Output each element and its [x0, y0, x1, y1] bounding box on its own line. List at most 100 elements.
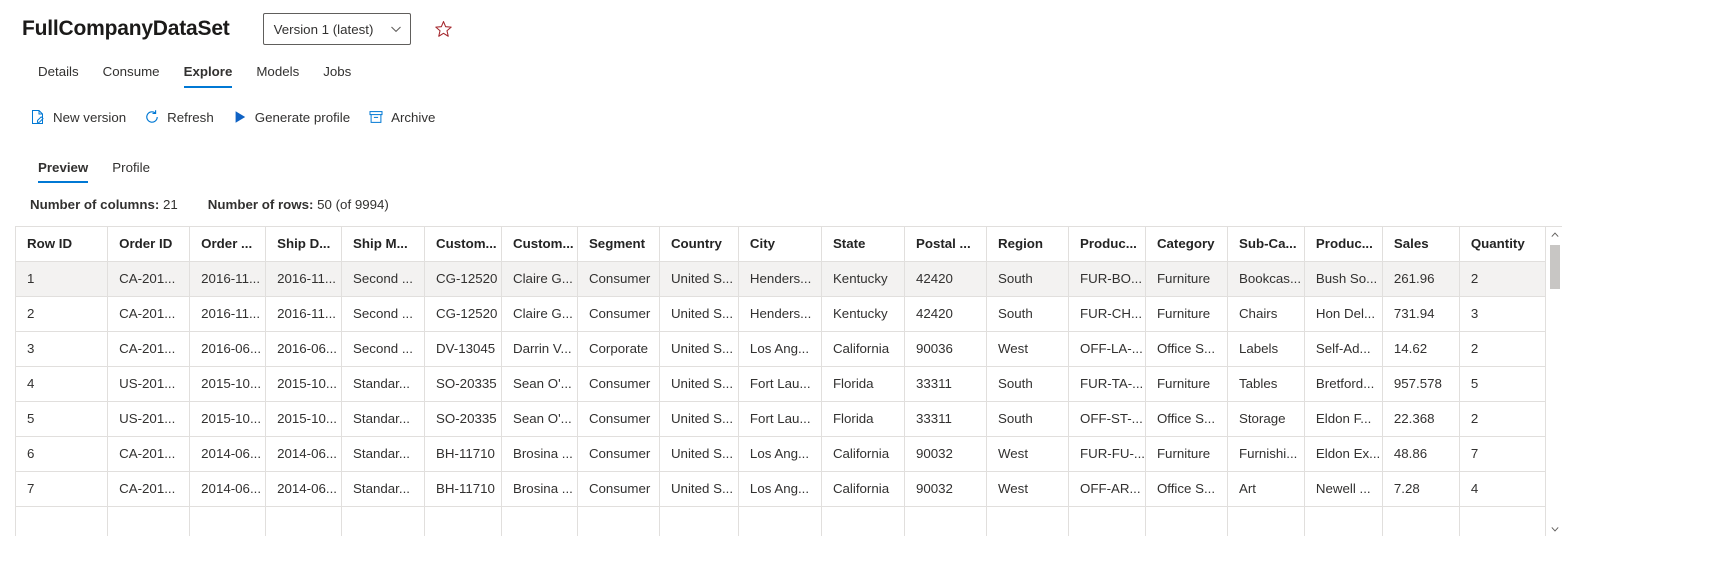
table-cell: Florida: [821, 401, 905, 437]
new-version-button[interactable]: New version: [24, 105, 138, 129]
table-cell: Labels: [1227, 331, 1305, 367]
column-header[interactable]: Sales: [1382, 227, 1460, 262]
column-header[interactable]: State: [821, 227, 905, 262]
table-cell: Furniture: [1145, 436, 1228, 472]
table-row[interactable]: 2 CA-201... 2016-11... 2016-11... Second ...…: [15, 296, 1547, 332]
table-cell: South: [986, 401, 1069, 437]
explore-page: FullCompanyDataSet Version 1 (latest) De…: [0, 0, 1718, 575]
column-header[interactable]: Quantity: [1459, 227, 1547, 262]
table-cell: 6: [15, 436, 109, 472]
column-header[interactable]: Produc...: [1304, 227, 1383, 262]
table-cell: CG-12520: [424, 296, 502, 332]
column-header[interactable]: Custom...: [501, 227, 578, 262]
table-cell: Furniture: [1145, 296, 1228, 332]
table-cell: [15, 506, 109, 536]
table-cell: 4: [1459, 471, 1547, 507]
table-row[interactable]: 4 US-201... 2015-10... 2015-10... Standar...…: [15, 366, 1547, 402]
table-cell: FUR-FU-...: [1068, 436, 1146, 472]
table-row[interactable]: 5 US-201... 2015-10... 2015-10... Standar...…: [15, 401, 1547, 437]
table-cell: 2: [1459, 261, 1547, 297]
table-cell: West: [986, 471, 1069, 507]
table-cell: 2: [15, 296, 109, 332]
column-header[interactable]: Region: [986, 227, 1069, 262]
table-cell: 2014-06...: [189, 436, 267, 472]
chevron-down-icon: [390, 23, 402, 35]
table-cell: Furnishi...: [1227, 436, 1305, 472]
table-cell: Kentucky: [821, 261, 905, 297]
table-cell: Los Ang...: [738, 471, 822, 507]
table-cell: California: [821, 471, 905, 507]
version-dropdown-value: Version 1 (latest): [273, 21, 374, 37]
table-cell: [189, 506, 267, 536]
tab-explore[interactable]: Explore: [172, 64, 245, 88]
column-header[interactable]: Segment: [577, 227, 660, 262]
column-header[interactable]: Ship D...: [265, 227, 343, 262]
table-cell: Hon Del...: [1304, 296, 1383, 332]
column-header[interactable]: City: [738, 227, 822, 262]
table-cell: SO-20335: [424, 401, 502, 437]
table-cell: 2014-06...: [189, 471, 267, 507]
table-cell: OFF-AR...: [1068, 471, 1146, 507]
table-cell: BH-11710: [424, 471, 502, 507]
favorite-star-icon[interactable]: [433, 18, 455, 40]
table-cell: Florida: [821, 366, 905, 402]
table-cell: FUR-BO...: [1068, 261, 1146, 297]
scroll-down-arrow-icon[interactable]: [1547, 521, 1562, 536]
table-cell: Consumer: [577, 366, 660, 402]
tab-consume[interactable]: Consume: [91, 64, 172, 88]
table-row[interactable]: 6 CA-201... 2014-06... 2014-06... Standar...…: [15, 436, 1547, 472]
table-cell: FUR-CH...: [1068, 296, 1146, 332]
scrollbar-thumb[interactable]: [1550, 245, 1560, 289]
column-header[interactable]: Category: [1145, 227, 1228, 262]
table-row[interactable]: [15, 506, 1547, 536]
refresh-button[interactable]: Refresh: [138, 105, 226, 129]
table-cell: 1: [15, 261, 109, 297]
page-title: FullCompanyDataSet: [22, 17, 230, 40]
table-header-row: Row ID Order ID Order ... Ship D... Ship M..…: [15, 227, 1547, 262]
generate-profile-label: Generate profile: [254, 109, 351, 125]
table-cell: United S...: [659, 366, 739, 402]
table-cell: Standar...: [341, 401, 426, 437]
archive-button[interactable]: Archive: [362, 105, 447, 129]
column-header[interactable]: Ship M...: [341, 227, 426, 262]
table-cell: 2015-10...: [189, 366, 267, 402]
scroll-up-arrow-icon[interactable]: [1547, 227, 1562, 243]
column-header[interactable]: Sub-Ca...: [1227, 227, 1305, 262]
table-cell: Claire G...: [501, 296, 578, 332]
tab-preview[interactable]: Preview: [26, 160, 100, 183]
table-cell: 22.368: [1382, 401, 1460, 437]
tab-details[interactable]: Details: [26, 64, 91, 88]
table-cell: 5: [1459, 366, 1547, 402]
table-cell: South: [986, 366, 1069, 402]
generate-profile-button[interactable]: Generate profile: [226, 105, 362, 129]
table-cell: US-201...: [107, 401, 191, 437]
table-cell: United S...: [659, 296, 739, 332]
table-row[interactable]: 7 CA-201... 2014-06... 2014-06... Standar...…: [15, 471, 1547, 507]
column-header[interactable]: Produc...: [1068, 227, 1146, 262]
table-cell: CA-201...: [107, 261, 191, 297]
column-header[interactable]: Order ID: [107, 227, 191, 262]
table-row[interactable]: 3 CA-201... 2016-06... 2016-06... Second ...…: [15, 331, 1547, 367]
column-header[interactable]: Order ...: [189, 227, 267, 262]
tab-models[interactable]: Models: [244, 64, 311, 88]
table-cell: [821, 506, 905, 536]
column-header[interactable]: Row ID: [15, 227, 109, 262]
table-cell: [738, 506, 822, 536]
table-cell: 3: [15, 331, 109, 367]
table-cell: CA-201...: [107, 331, 191, 367]
column-header[interactable]: Custom...: [424, 227, 502, 262]
version-dropdown[interactable]: Version 1 (latest): [262, 13, 411, 45]
column-header[interactable]: Postal ...: [904, 227, 987, 262]
table-cell: Self-Ad...: [1304, 331, 1383, 367]
column-header[interactable]: Country: [659, 227, 739, 262]
tab-profile[interactable]: Profile: [100, 160, 162, 183]
table-cell: Sean O'...: [501, 366, 578, 402]
table-cell: Office S...: [1145, 401, 1228, 437]
new-version-label: New version: [53, 109, 127, 125]
tab-jobs[interactable]: Jobs: [311, 64, 363, 88]
table-cell: Consumer: [577, 471, 660, 507]
table-cell: United S...: [659, 401, 739, 437]
table-row[interactable]: 1 CA-201... 2016-11... 2016-11... Second ...…: [15, 261, 1547, 297]
vertical-scrollbar[interactable]: [1546, 227, 1562, 536]
table-cell: 90032: [904, 436, 987, 472]
